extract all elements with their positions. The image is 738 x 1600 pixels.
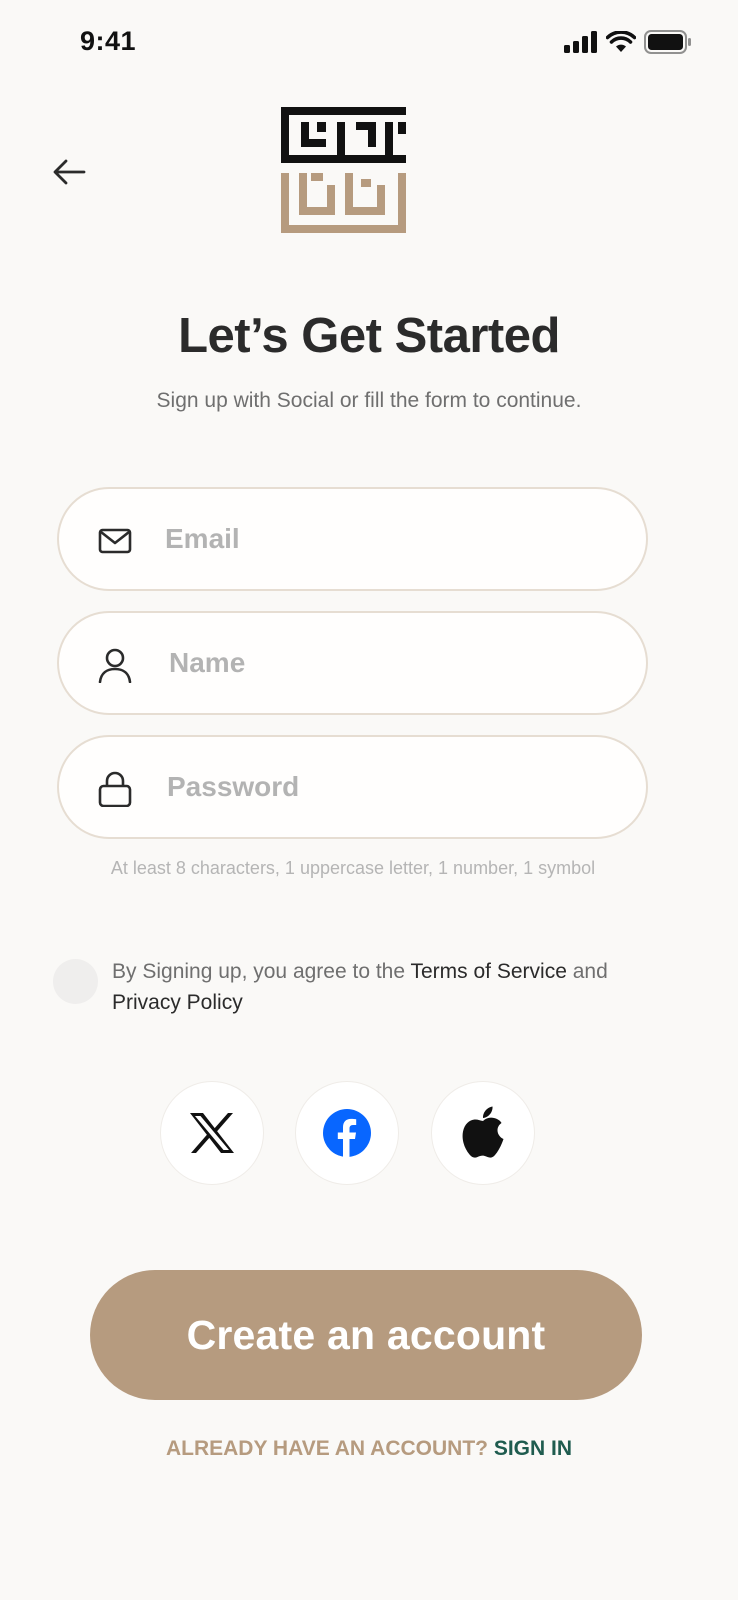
page-subtitle: Sign up with Social or fill the form to … (156, 389, 582, 412)
terms-prefix: By Signing up, you agree to the (112, 960, 411, 983)
signin-prompt: ALREADY HAVE AN ACCOUNT? SIGN IN (0, 1437, 738, 1461)
password-hint: At least 8 characters, 1 uppercase lette… (110, 858, 596, 878)
terms-of-service-link[interactable]: Terms of Service (411, 960, 567, 983)
facebook-icon (323, 1109, 371, 1157)
signup-screen: 9:41 Let’s Get Started Sign up with Soci… (0, 0, 738, 1600)
name-field[interactable] (57, 611, 648, 715)
apple-icon (462, 1106, 504, 1158)
privacy-policy-link[interactable]: Privacy Policy (112, 991, 243, 1014)
facebook-signup-button[interactable] (295, 1081, 399, 1185)
back-button[interactable] (50, 152, 90, 192)
name-input[interactable] (169, 613, 619, 713)
battery-icon (644, 30, 691, 54)
signin-link[interactable]: SIGN IN (494, 1437, 572, 1460)
x-signup-button[interactable] (160, 1081, 264, 1185)
mail-icon (98, 528, 132, 554)
user-icon (98, 648, 132, 683)
arrow-left-icon (53, 159, 86, 185)
apple-signup-button[interactable] (431, 1081, 535, 1185)
kufic-logo-icon (281, 107, 406, 233)
lock-icon (98, 771, 132, 807)
x-icon (190, 1113, 234, 1153)
terms-text: By Signing up, you agree to the Terms of… (112, 956, 672, 1018)
email-input[interactable] (165, 489, 615, 589)
wifi-icon (606, 31, 636, 52)
signin-question: ALREADY HAVE AN ACCOUNT? (165, 1437, 488, 1460)
terms-middle: and (566, 960, 608, 983)
brand-logo (281, 107, 406, 233)
status-time: 9:41 (80, 26, 137, 56)
password-field[interactable] (57, 735, 648, 839)
page-title: Let’s Get Started (178, 309, 560, 363)
create-account-button[interactable]: Create an account (90, 1270, 642, 1400)
terms-checkbox[interactable] (53, 959, 98, 1004)
password-input[interactable] (167, 737, 617, 837)
email-field[interactable] (57, 487, 648, 591)
status-icons (564, 30, 692, 54)
signal-icon (564, 31, 597, 53)
